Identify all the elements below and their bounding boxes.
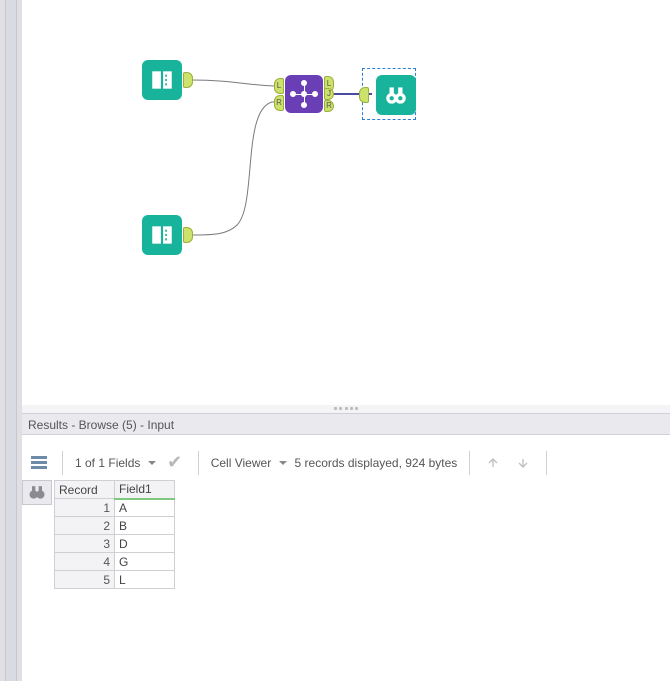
input1-out-port[interactable] (183, 72, 193, 88)
results-toolbar: 1 of 1 Fields ✔ Cell Viewer 5 records di… (22, 445, 670, 480)
table-row[interactable]: 4G (55, 553, 175, 571)
fields-label: 1 of 1 Fields (75, 456, 140, 470)
results-grid[interactable]: Record Field1 1A 2B 3D 4G 5L (54, 480, 175, 589)
binoculars-icon (383, 82, 409, 108)
browse-tool[interactable] (376, 75, 416, 115)
col-field1[interactable]: Field1 (115, 481, 175, 499)
binoculars-icon (27, 482, 47, 502)
fields-dropdown[interactable]: 1 of 1 Fields (75, 456, 156, 470)
nav-down-button[interactable] (512, 452, 534, 474)
chevron-down-icon (279, 461, 287, 469)
panel-splitter[interactable] (22, 405, 670, 413)
table-row[interactable]: 1A (55, 499, 175, 517)
separator (469, 451, 470, 475)
nav-up-button[interactable] (482, 452, 504, 474)
table-row[interactable]: 5L (55, 571, 175, 589)
chevron-down-icon (148, 461, 156, 469)
book-icon (149, 222, 175, 248)
check-icon: ✔ (167, 452, 182, 473)
cell-viewer-dropdown[interactable]: Cell Viewer (211, 456, 287, 470)
layout-rows-button[interactable] (28, 452, 50, 474)
left-edge (0, 0, 22, 681)
results-side-tab[interactable] (22, 480, 52, 505)
records-status: 5 records displayed, 924 bytes (295, 456, 458, 470)
join-out-R[interactable]: R (324, 100, 334, 112)
apply-check-button[interactable]: ✔ (164, 452, 186, 474)
arrow-up-icon (485, 455, 501, 471)
join-in-R[interactable]: R (274, 95, 284, 111)
row-num: 5 (55, 571, 115, 589)
cell-viewer-label: Cell Viewer (211, 456, 271, 470)
separator (546, 451, 547, 475)
selection-box (362, 68, 416, 120)
results-grid-wrap: Record Field1 1A 2B 3D 4G 5L (52, 480, 670, 681)
join-in-L[interactable]: L (274, 78, 284, 94)
browse-in-port[interactable] (359, 87, 369, 103)
row-num: 1 (55, 499, 115, 517)
row-num: 4 (55, 553, 115, 571)
book-icon (149, 67, 175, 93)
separator (198, 451, 199, 475)
row-num: 3 (55, 535, 115, 553)
table-header-row: Record Field1 (55, 481, 175, 499)
results-panel-title: Results - Browse (5) - Input (22, 413, 670, 435)
separator (62, 451, 63, 475)
input2-out-port[interactable] (183, 227, 193, 243)
col-record[interactable]: Record (55, 481, 115, 499)
arrow-down-icon (515, 455, 531, 471)
table-row[interactable]: 3D (55, 535, 175, 553)
wires (22, 0, 670, 405)
cell-value[interactable]: B (115, 517, 175, 535)
join-tool[interactable] (285, 75, 323, 113)
workflow-canvas[interactable]: L R L J R (22, 0, 670, 405)
results-body: Record Field1 1A 2B 3D 4G 5L (22, 480, 670, 681)
rows-icon (31, 454, 47, 471)
left-edge-inner (5, 0, 17, 681)
join-out-J[interactable]: J (324, 88, 334, 100)
cell-value[interactable]: L (115, 571, 175, 589)
cell-value[interactable]: G (115, 553, 175, 571)
cell-value[interactable]: D (115, 535, 175, 553)
app-root: L R L J R Results - Browse (5) (0, 0, 670, 681)
input-tool-2[interactable] (142, 215, 182, 255)
table-row[interactable]: 2B (55, 517, 175, 535)
cell-value[interactable]: A (115, 499, 175, 517)
input-tool-1[interactable] (142, 60, 182, 100)
row-num: 2 (55, 517, 115, 535)
